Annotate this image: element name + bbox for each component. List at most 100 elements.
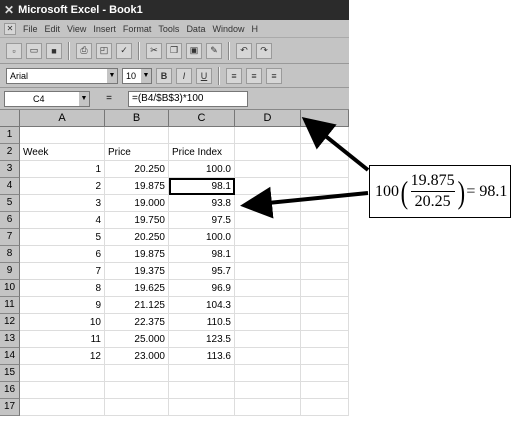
cell-a[interactable] bbox=[20, 399, 105, 416]
cell-b[interactable] bbox=[105, 399, 169, 416]
font-size-select[interactable]: 10 ▼ bbox=[122, 67, 152, 84]
cell-b[interactable] bbox=[105, 365, 169, 382]
cell-b[interactable]: 19.875 bbox=[105, 178, 169, 195]
cell-b[interactable]: 20.250 bbox=[105, 229, 169, 246]
cell-a[interactable]: 10 bbox=[20, 314, 105, 331]
paste-icon[interactable]: ▣ bbox=[186, 42, 202, 59]
cell-a[interactable]: 4 bbox=[20, 212, 105, 229]
menu-format[interactable]: Format bbox=[123, 24, 152, 34]
cell-a[interactable] bbox=[20, 127, 105, 144]
cell-a[interactable] bbox=[20, 382, 105, 399]
cell-e[interactable] bbox=[301, 229, 349, 246]
row-header[interactable]: 4 bbox=[0, 178, 20, 195]
cell-a[interactable]: 12 bbox=[20, 348, 105, 365]
cell-d[interactable] bbox=[235, 382, 301, 399]
cell-c[interactable] bbox=[169, 365, 235, 382]
cell-a[interactable]: 1 bbox=[20, 161, 105, 178]
cell-c[interactable] bbox=[169, 382, 235, 399]
cell-c[interactable]: 93.8 bbox=[169, 195, 235, 212]
cell-c[interactable]: 95.7 bbox=[169, 263, 235, 280]
row-header[interactable]: 13 bbox=[0, 331, 20, 348]
cell-d[interactable] bbox=[235, 212, 301, 229]
cell-b[interactable]: 19.000 bbox=[105, 195, 169, 212]
align-left-icon[interactable]: ≡ bbox=[226, 67, 242, 84]
row-header[interactable]: 11 bbox=[0, 297, 20, 314]
worksheet-grid[interactable]: A B C D 1 2 Week Price Price Index 3 1 20.250 10… bbox=[0, 110, 349, 439]
menu-edit[interactable]: Edit bbox=[45, 24, 61, 34]
menu-window[interactable]: Window bbox=[212, 24, 244, 34]
cell-d[interactable] bbox=[235, 144, 301, 161]
row-header[interactable]: 16 bbox=[0, 382, 20, 399]
cell-c[interactable] bbox=[169, 127, 235, 144]
cell-d[interactable] bbox=[235, 161, 301, 178]
cell-e[interactable] bbox=[301, 212, 349, 229]
cell-b[interactable]: 23.000 bbox=[105, 348, 169, 365]
cell-b[interactable]: Price bbox=[105, 144, 169, 161]
menu-data[interactable]: Data bbox=[186, 24, 205, 34]
cell-a[interactable]: 3 bbox=[20, 195, 105, 212]
cell-e[interactable] bbox=[301, 314, 349, 331]
cell-d[interactable] bbox=[235, 229, 301, 246]
new-icon[interactable]: ▫ bbox=[6, 42, 22, 59]
print-preview-icon[interactable]: ◰ bbox=[96, 42, 112, 59]
row-header[interactable]: 17 bbox=[0, 399, 20, 416]
save-icon[interactable]: ■ bbox=[46, 42, 62, 59]
cell-b[interactable] bbox=[105, 382, 169, 399]
redo-icon[interactable]: ↷ bbox=[256, 42, 272, 59]
row-header[interactable]: 2 bbox=[0, 144, 20, 161]
chevron-down-icon[interactable]: ▼ bbox=[141, 68, 151, 83]
name-box[interactable]: C4 ▼ bbox=[4, 90, 90, 107]
row-header[interactable]: 3 bbox=[0, 161, 20, 178]
cell-e[interactable] bbox=[301, 365, 349, 382]
cell-c[interactable]: 97.5 bbox=[169, 212, 235, 229]
print-icon[interactable]: ⎙ bbox=[76, 42, 92, 59]
select-all-corner[interactable] bbox=[0, 110, 20, 127]
format-painter-icon[interactable]: ✎ bbox=[206, 42, 222, 59]
cell-a[interactable]: 5 bbox=[20, 229, 105, 246]
italic-icon[interactable]: I bbox=[176, 67, 192, 84]
cell-b[interactable] bbox=[105, 127, 169, 144]
row-header[interactable]: 5 bbox=[0, 195, 20, 212]
font-name-select[interactable]: Arial ▼ bbox=[6, 67, 118, 84]
cell-e[interactable] bbox=[301, 127, 349, 144]
cell-b[interactable]: 20.250 bbox=[105, 161, 169, 178]
formula-input[interactable]: =(B4/$B$3)*100 bbox=[128, 90, 248, 107]
cell-c[interactable]: 98.1 bbox=[169, 178, 235, 195]
chevron-down-icon[interactable]: ▼ bbox=[107, 68, 117, 83]
open-icon[interactable]: ▭ bbox=[26, 42, 42, 59]
cell-e[interactable] bbox=[301, 161, 349, 178]
cell-b[interactable]: 19.375 bbox=[105, 263, 169, 280]
cell-e[interactable] bbox=[301, 195, 349, 212]
cell-d[interactable] bbox=[235, 280, 301, 297]
cell-d[interactable] bbox=[235, 399, 301, 416]
cell-b[interactable]: 19.875 bbox=[105, 246, 169, 263]
cell-b[interactable]: 22.375 bbox=[105, 314, 169, 331]
cell-e[interactable] bbox=[301, 331, 349, 348]
spelling-icon[interactable]: ✓ bbox=[116, 42, 132, 59]
cell-d[interactable] bbox=[235, 127, 301, 144]
cell-d[interactable] bbox=[235, 331, 301, 348]
cell-e[interactable] bbox=[301, 399, 349, 416]
copy-icon[interactable]: ❐ bbox=[166, 42, 182, 59]
cell-a[interactable]: 6 bbox=[20, 246, 105, 263]
menu-view[interactable]: View bbox=[67, 24, 86, 34]
cell-a[interactable]: 2 bbox=[20, 178, 105, 195]
equals-icon[interactable]: = bbox=[94, 93, 124, 104]
row-header[interactable]: 9 bbox=[0, 263, 20, 280]
cell-d[interactable] bbox=[235, 263, 301, 280]
chevron-down-icon[interactable]: ▼ bbox=[79, 91, 89, 106]
cell-e[interactable] bbox=[301, 348, 349, 365]
cell-c[interactable]: 113.6 bbox=[169, 348, 235, 365]
cell-d[interactable] bbox=[235, 297, 301, 314]
cell-e[interactable] bbox=[301, 263, 349, 280]
cell-e[interactable] bbox=[301, 382, 349, 399]
row-header[interactable]: 10 bbox=[0, 280, 20, 297]
cell-a[interactable]: 7 bbox=[20, 263, 105, 280]
cell-d[interactable] bbox=[235, 314, 301, 331]
workbook-icon[interactable]: ✕ bbox=[4, 22, 16, 35]
cell-e[interactable] bbox=[301, 280, 349, 297]
cell-a[interactable]: 8 bbox=[20, 280, 105, 297]
row-header[interactable]: 14 bbox=[0, 348, 20, 365]
cell-c[interactable]: Price Index bbox=[169, 144, 235, 161]
cell-a[interactable] bbox=[20, 365, 105, 382]
